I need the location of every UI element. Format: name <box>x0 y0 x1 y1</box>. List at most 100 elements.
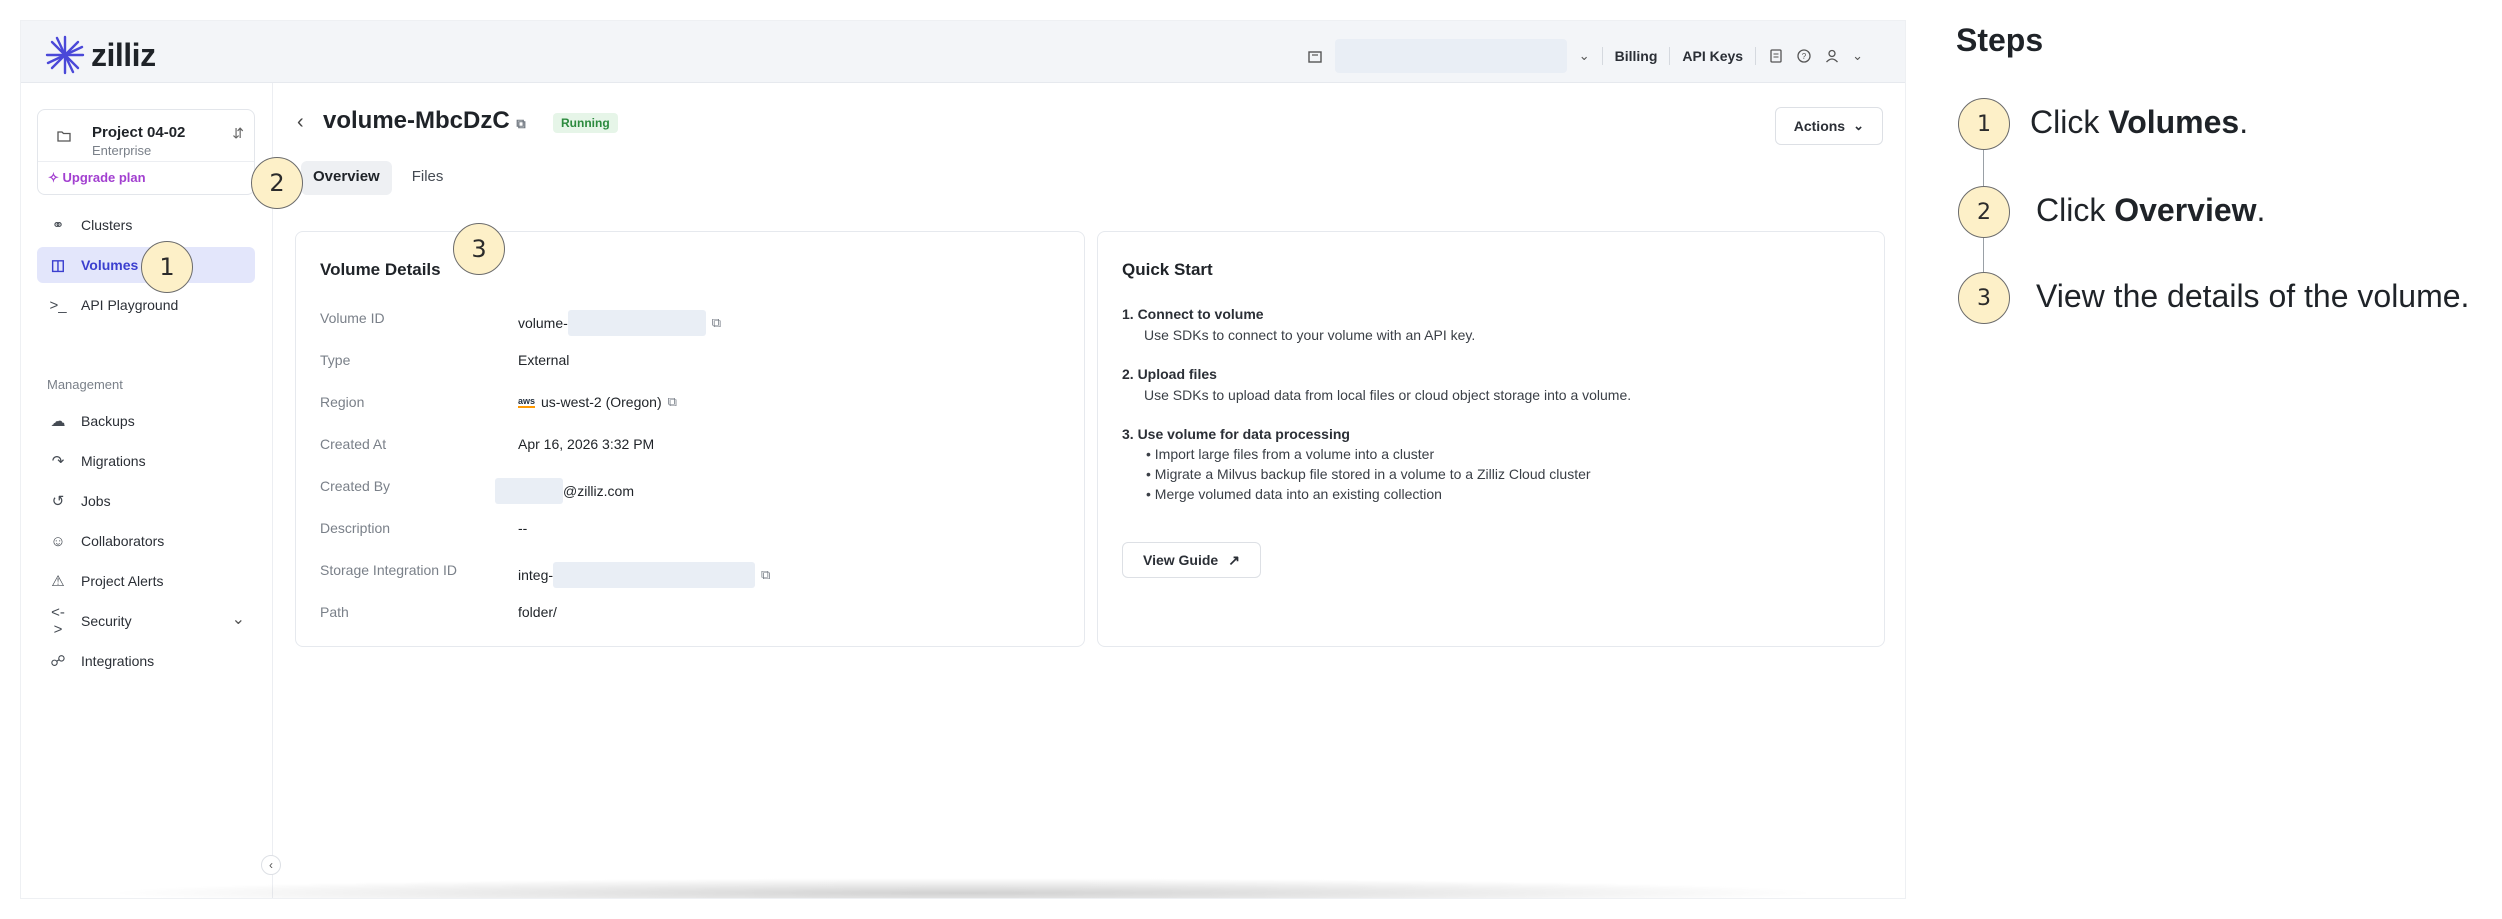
created-by-value: @zilliz.com <box>563 483 634 499</box>
step-2-text: Click Overview. <box>2036 192 2265 229</box>
quick-start-card: Quick Start 1. Connect to volume Use SDK… <box>1097 231 1885 647</box>
top-bar: zilliz ⌄ Billing API Keys ? ⌄ <box>21 21 1905 83</box>
chevron-down-icon: ⌄ <box>1853 118 1864 133</box>
step-number: 1 <box>1958 98 2010 150</box>
copy-icon[interactable]: ⧉ <box>761 567 770 583</box>
user-icon[interactable] <box>1824 48 1840 64</box>
bottom-shadow <box>101 878 1825 898</box>
api-keys-link[interactable]: API Keys <box>1682 48 1743 64</box>
chevron-updown-icon[interactable]: ⇵ <box>232 125 244 142</box>
sidebar-item-migrations[interactable]: ↷ Migrations <box>37 443 255 479</box>
aws-icon: aws <box>518 395 536 408</box>
sidebar-item-label: Clusters <box>81 217 133 233</box>
redacted-value <box>567 310 706 336</box>
alarm-icon: ⚠ <box>51 573 65 590</box>
zilliz-star-icon <box>45 35 85 75</box>
step-text-prefix: Click <box>2036 192 2115 228</box>
divider <box>1755 47 1757 65</box>
cloud-backup-icon: ☁ <box>50 413 66 430</box>
region-value: us-west-2 (Oregon) <box>541 394 662 410</box>
detail-label: Description <box>320 520 391 536</box>
list-item: • Merge volumed data into an existing co… <box>1146 486 1442 502</box>
sidebar-item-label: Volumes <box>81 257 139 273</box>
step-number: 2 <box>1958 186 2010 238</box>
view-guide-button[interactable]: View Guide ↗ <box>1122 542 1261 578</box>
back-arrow-icon[interactable]: ‹ <box>297 111 304 134</box>
divider <box>1601 47 1603 65</box>
detail-value: External <box>518 352 570 368</box>
svg-text:?: ? <box>1802 52 1807 61</box>
project-header: Project 04-02 Enterprise ⇵ <box>38 110 254 162</box>
topbar-right: ⌄ Billing API Keys ? ⌄ <box>1307 39 1863 73</box>
divider <box>1669 47 1671 65</box>
sidebar-item-backups[interactable]: ☁ Backups <box>37 403 255 439</box>
step-3-text: View the details of the volume. <box>2036 278 2469 315</box>
upgrade-plan-link[interactable]: ✧ Upgrade plan <box>48 170 146 186</box>
quick-start-step-3: 3. Use volume for data processing • Impo… <box>1122 426 1591 502</box>
tab-overview[interactable]: Overview <box>301 161 392 195</box>
external-link-icon: ↗ <box>1228 551 1240 568</box>
detail-row-path: Path folder/ <box>320 604 1040 628</box>
tabs: Overview Files <box>301 161 455 195</box>
copy-icon[interactable]: ⧉ <box>668 394 677 410</box>
quick-start-step-2: 2. Upload files Use SDKs to upload data … <box>1122 366 1631 403</box>
page-title: volume-MbcDzC ⧉ <box>323 107 526 135</box>
sidebar-item-label: Integrations <box>81 653 155 669</box>
copy-icon[interactable]: ⧉ <box>516 116 525 131</box>
view-guide-label: View Guide <box>1143 552 1219 568</box>
chevron-down-icon[interactable]: ⌄ <box>1579 48 1590 64</box>
redacted-value <box>553 562 756 588</box>
quick-start-step-1: 1. Connect to volume Use SDKs to connect… <box>1122 306 1475 343</box>
sidebar-item-jobs[interactable]: ↺ Jobs <box>37 483 255 519</box>
sidebar-item-project-alerts[interactable]: ⚠ Project Alerts <box>37 563 255 599</box>
actions-button[interactable]: Actions ⌄ <box>1774 107 1883 145</box>
step-text-suffix: . <box>2256 192 2266 228</box>
steps-panel: Steps 1 Click Volumes. 2 Click Overview.… <box>1956 22 2496 902</box>
step-1-text: Click Volumes. <box>2030 104 2248 141</box>
organization-icon <box>1308 51 1322 63</box>
step-text-bold: Volumes <box>2108 104 2240 140</box>
step-number: 3 <box>1958 272 2010 324</box>
clusters-icon: ⚭ <box>51 217 65 234</box>
zilliz-logo[interactable]: zilliz <box>43 33 156 77</box>
volume-name: volume-MbcDzC <box>323 107 510 134</box>
detail-value: integ- ⧉ <box>518 562 770 588</box>
chevron-down-icon[interactable]: ⌄ <box>232 609 245 629</box>
sidebar-item-clusters[interactable]: ⚭ Clusters <box>37 207 255 243</box>
docs-icon[interactable] <box>1768 48 1784 64</box>
project-name: Project 04-02 <box>92 124 186 141</box>
list-item: • Import large files from a volume into … <box>1146 446 1435 462</box>
detail-value: -- <box>518 520 528 536</box>
detail-value: volume- ⧉ <box>518 310 721 336</box>
step-text-bold: Overview <box>2114 192 2257 228</box>
detail-row-created-at: Created At Apr 16, 2026 3:32 PM <box>320 436 1040 460</box>
redacted-value <box>495 478 563 504</box>
main-content: ‹ volume-MbcDzC ⧉ Running Actions ⌄ Over… <box>273 83 1905 898</box>
sidebar-item-collaborators[interactable]: ☺ Collaborators <box>37 523 255 559</box>
upgrade-plan-label: Upgrade plan <box>62 170 146 185</box>
help-icon[interactable]: ? <box>1796 48 1812 64</box>
sidebar-item-label: Backups <box>81 413 135 429</box>
folder-icon <box>57 131 71 142</box>
chevron-down-icon[interactable]: ⌄ <box>1852 48 1863 64</box>
sidebar-item-security[interactable]: <-> Security ⌄ <box>37 603 255 639</box>
detail-value: @zilliz.com <box>495 478 634 504</box>
organization-selector[interactable] <box>1334 39 1567 73</box>
app-window: zilliz ⌄ Billing API Keys ? ⌄ Project 04… <box>20 20 1906 899</box>
sidebar-item-label: Security <box>81 613 132 629</box>
sidebar-item-api-playground[interactable]: >_ API Playground <box>37 287 255 323</box>
quick-start-title: Quick Start <box>1122 260 1213 279</box>
project-selector[interactable]: Project 04-02 Enterprise ⇵ ✧ Upgrade pla… <box>37 109 255 195</box>
billing-link[interactable]: Billing <box>1615 48 1658 64</box>
detail-value: aws us-west-2 (Oregon) ⧉ <box>518 394 677 410</box>
detail-label: Type <box>320 352 351 368</box>
steps-title: Steps <box>1956 22 2044 58</box>
detail-label: Region <box>320 394 365 410</box>
tab-files[interactable]: Files <box>400 161 456 195</box>
sidebar-item-integrations[interactable]: ☍ Integrations <box>37 643 255 679</box>
step-description: Use SDKs to connect to your volume with … <box>1144 327 1476 343</box>
copy-icon[interactable]: ⧉ <box>712 315 721 331</box>
integrations-icon: ☍ <box>50 653 66 670</box>
list-item: • Migrate a Milvus backup file stored in… <box>1146 466 1591 482</box>
bullet-text: Merge volumed data into an existing coll… <box>1154 486 1442 502</box>
